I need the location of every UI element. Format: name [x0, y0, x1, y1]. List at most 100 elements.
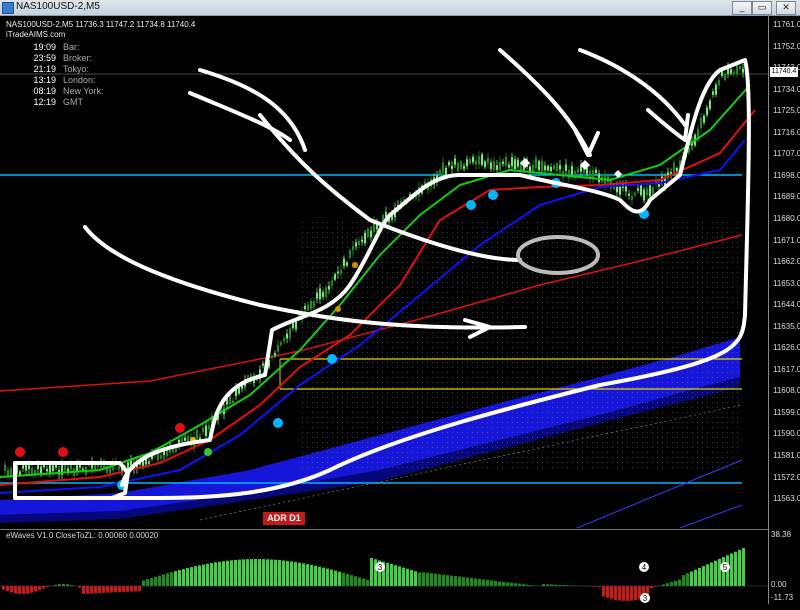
candle-body — [463, 166, 465, 169]
histogram-bar — [458, 577, 461, 586]
histogram-bar — [470, 578, 473, 586]
close-button[interactable]: ✕ — [776, 1, 796, 15]
candle-body — [643, 190, 645, 201]
histogram-bar — [238, 560, 241, 586]
price-axis[interactable]: 11761.011752.011743.011734.011725.011716… — [768, 15, 800, 604]
candle-body — [7, 470, 9, 476]
histogram-bar — [742, 548, 745, 586]
wave-marker-3: 5 — [723, 563, 728, 572]
minimize-button[interactable]: _ — [732, 1, 752, 15]
candle-body — [484, 161, 486, 167]
histogram-bar — [206, 564, 209, 586]
candle-body — [316, 293, 318, 299]
candle-body — [466, 159, 468, 166]
candle-body — [496, 165, 498, 169]
histogram-bar — [318, 567, 321, 586]
candle-body — [571, 166, 573, 174]
histogram-bar — [358, 577, 361, 586]
candle-body — [271, 356, 273, 358]
histogram-bar — [690, 572, 693, 587]
price-axis-label: 11752.0 — [773, 42, 800, 51]
candle-body — [70, 465, 72, 469]
candle-body — [706, 107, 708, 115]
candle-body — [22, 465, 24, 468]
price-axis-label: 11698.0 — [773, 171, 800, 180]
candle-body — [46, 469, 48, 471]
maximize-button[interactable]: ▭ — [752, 1, 772, 15]
candle-body — [709, 100, 711, 109]
candle-body — [334, 274, 336, 279]
histogram-bar — [654, 586, 657, 587]
price-axis-label: 11662.0 — [773, 257, 800, 266]
candle-body — [715, 85, 717, 95]
candle-body — [184, 438, 186, 441]
price-chart-canvas[interactable] — [0, 15, 768, 528]
histogram-bar — [22, 586, 25, 594]
candle-body — [565, 164, 567, 170]
histogram-bar — [282, 560, 285, 586]
candle-body — [577, 169, 579, 173]
histogram-bar — [362, 579, 365, 586]
histogram-bar — [94, 586, 97, 593]
candle-body — [541, 161, 543, 172]
histogram-bar — [474, 578, 477, 586]
candle-body — [544, 166, 546, 171]
histogram-bar — [410, 570, 413, 586]
histogram-bar — [354, 576, 357, 586]
histogram-bar — [530, 585, 533, 586]
histogram-bar — [546, 584, 549, 586]
histogram-bar — [486, 580, 489, 586]
histogram-bar — [454, 576, 457, 586]
histogram-bar — [18, 586, 21, 594]
histogram-bar — [230, 560, 233, 586]
ewaves-indicator-panel[interactable]: 3 4 5 3 — [0, 529, 768, 605]
ind-axis-min: -11.73 — [771, 593, 793, 602]
candle-body — [286, 334, 288, 339]
histogram-bar — [386, 563, 389, 586]
candle-body — [331, 281, 333, 286]
histogram-bar — [694, 570, 697, 586]
histogram-bar — [554, 585, 557, 586]
histogram-bar — [606, 586, 609, 598]
histogram-bar — [706, 564, 709, 586]
candle-body — [313, 301, 315, 307]
histogram-bar — [442, 575, 445, 586]
clock-bar: 19:09Bar: — [30, 42, 80, 52]
histogram-bar — [222, 561, 225, 586]
dashed-guide-2 — [560, 460, 742, 528]
histogram-bar — [422, 572, 425, 586]
title-bar[interactable]: NAS100USD-2,M5 _ ▭ ✕ — [0, 0, 800, 16]
candle-body — [76, 465, 78, 471]
histogram-bar — [38, 586, 41, 590]
candle-body — [538, 161, 540, 170]
candle-body — [442, 163, 444, 174]
candle-body — [730, 69, 732, 73]
price-axis-label: 11590.0 — [773, 429, 800, 438]
symbol-ohlc-line: NAS100USD-2,M5 11736.3 11747.2 11734.8 1… — [6, 20, 195, 29]
price-chart[interactable]: NAS100USD-2,M5 11736.3 11747.2 11734.8 1… — [0, 15, 768, 528]
histogram-bar — [466, 578, 469, 586]
histogram-bar — [122, 586, 125, 592]
histogram-bar — [58, 584, 61, 586]
histogram-bar — [130, 586, 133, 592]
candle-body — [262, 363, 264, 365]
candle-body — [556, 163, 558, 171]
candle-body — [280, 342, 282, 345]
histogram-bar — [630, 586, 633, 601]
histogram-bar — [78, 586, 81, 588]
candle-body — [511, 157, 513, 166]
histogram-bar — [290, 561, 293, 586]
histogram-bar — [522, 584, 525, 586]
candle-body — [19, 471, 21, 475]
ewaves-histogram: 3 4 5 3 — [0, 530, 768, 605]
histogram-bar — [174, 571, 177, 586]
histogram-bar — [142, 580, 145, 586]
histogram-bar — [102, 586, 105, 593]
candle-body — [370, 231, 372, 238]
price-axis-label: 11572.0 — [773, 473, 800, 482]
histogram-bar — [242, 559, 245, 586]
histogram-bar — [26, 586, 29, 594]
price-axis-label: 11734.0 — [773, 85, 800, 94]
histogram-bar — [398, 566, 401, 586]
histogram-bar — [718, 559, 721, 586]
